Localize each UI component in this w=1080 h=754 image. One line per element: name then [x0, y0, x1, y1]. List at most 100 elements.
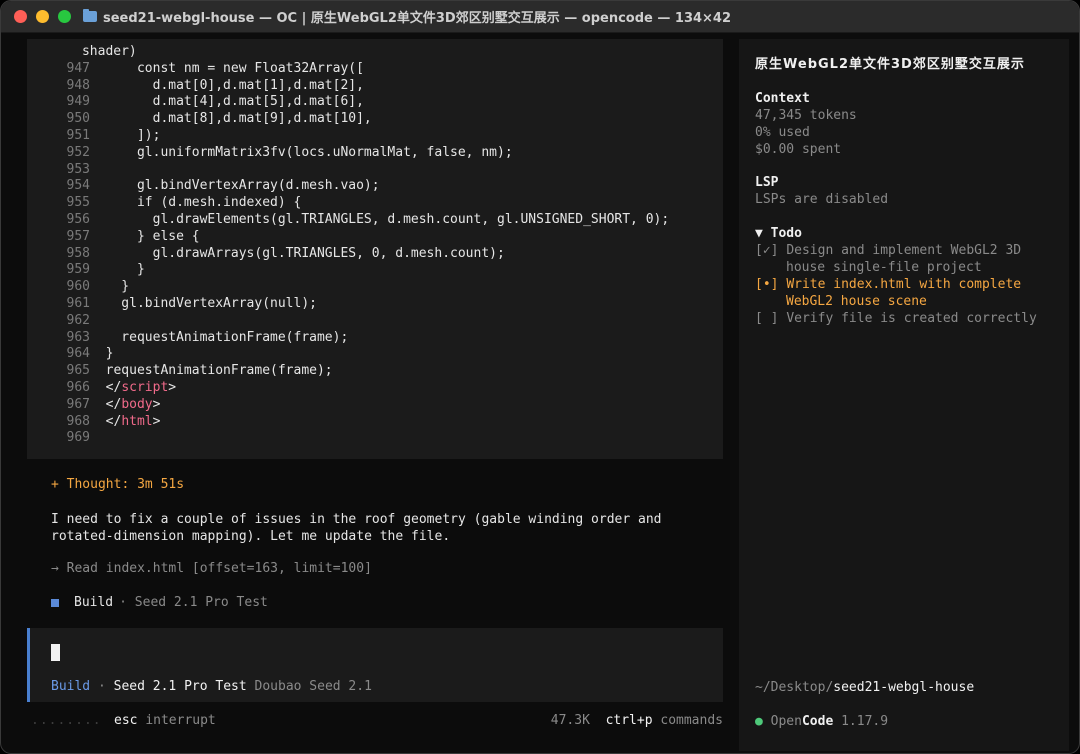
mode-label[interactable]: Build	[51, 679, 90, 694]
lsp-heading: LSP	[755, 175, 779, 190]
prompt-input[interactable]: Build · Seed 2.1 Pro Test Doubao Seed 2.…	[27, 628, 723, 702]
todo-item: [ ] Verify file is created correctly	[755, 310, 1037, 327]
code-line: 947 const nm = new Float32Array([	[27, 60, 364, 77]
folder-icon	[83, 9, 97, 22]
line-number: 950	[66, 111, 90, 127]
code-line: 959 }	[27, 261, 145, 278]
line-number: 966	[66, 380, 90, 395]
line-number: 956	[66, 212, 90, 227]
code-line: 949 d.mat[4],d.mat[5],d.mat[6],	[27, 93, 364, 110]
context-used: 0% used	[755, 125, 810, 140]
code-line: 961 gl.bindVertexArray(null);	[27, 295, 317, 312]
line-number: 949	[66, 94, 90, 110]
code-text: >	[152, 396, 161, 412]
shortcut-key[interactable]: ctrl+p	[606, 713, 653, 728]
build-label: Build	[74, 595, 114, 610]
version: 1.17.9	[841, 714, 889, 729]
interrupt-hint[interactable]: esc interrupt	[114, 713, 216, 728]
provider-name: Doubao Seed 2.1	[254, 679, 372, 694]
token-count: 47.3K	[550, 713, 590, 728]
code-text: >	[168, 380, 177, 395]
build-square-icon	[51, 598, 59, 607]
todo-item: [•] Write index.html with complete	[755, 276, 1021, 293]
code-text: d.mat[4],d.mat[5],d.mat[6],	[105, 94, 364, 110]
todo-checkbox: [ ]	[755, 311, 779, 326]
line-number: 958	[66, 245, 90, 261]
line-number: 947	[66, 60, 90, 76]
code-text: }	[105, 262, 145, 278]
app-name-open: Open	[770, 714, 802, 729]
code-line: 951 ]);	[27, 127, 161, 144]
esc-label: interrupt	[145, 713, 216, 728]
context-tokens: 47,345 tokens	[755, 108, 857, 123]
status-bar: ........ esc interrupt 47.3K ctrl+p comm…	[31, 713, 723, 731]
tool-call-read[interactable]: → Read index.html [offset=163, limit=100…	[51, 561, 372, 576]
code-text: gl.drawArrays(gl.TRIANGLES, 0, d.mesh.co…	[105, 245, 505, 261]
build-model: · Seed 2.1 Pro Test	[119, 595, 268, 610]
traffic-lights	[14, 10, 71, 23]
window-title-text: seed21-webgl-house — OC | 原生WebGL2单文件3D郊…	[103, 11, 732, 26]
code-line: 965 requestAnimationFrame(frame);	[27, 362, 333, 379]
todo-checkbox: [•]	[755, 277, 779, 292]
code-text: const nm = new Float32Array([	[105, 60, 364, 76]
code-tag: html	[121, 413, 153, 429]
todo-heading[interactable]: ▼ Todo	[755, 225, 802, 242]
code-line: 969	[27, 429, 106, 446]
close-button[interactable]	[14, 10, 27, 23]
todo-text-cont: WebGL2 house scene	[786, 294, 927, 309]
code-text: }	[105, 346, 114, 362]
code-text: } else {	[105, 228, 200, 244]
code-text: ]);	[105, 128, 161, 143]
assistant-message: I need to fix a couple of issues in the …	[51, 512, 662, 544]
project-path: ~/Desktop/seed21-webgl-house	[755, 679, 974, 696]
code-text: if (d.mesh.indexed) {	[105, 195, 302, 211]
model-name[interactable]: Seed 2.1 Pro Test	[114, 679, 247, 694]
code-text: shader)	[50, 44, 137, 59]
code-line: 964 }	[27, 345, 114, 362]
code-line: 960 }	[27, 278, 130, 295]
line-number: 961	[66, 296, 90, 311]
code-line: 950 d.mat[8],d.mat[9],d.mat[10],	[27, 110, 372, 127]
separator: ·	[97, 679, 106, 694]
progress-dots: ........	[31, 713, 102, 728]
input-footer: Build · Seed 2.1 Pro Test Doubao Seed 2.…	[51, 679, 372, 694]
session-title: 原生WebGL2单文件3D郊区别墅交互展示	[755, 57, 1025, 72]
line-number: 959	[66, 262, 90, 278]
line-number: 951	[66, 128, 90, 143]
code-line: shader)	[35, 43, 137, 60]
code-line: 966 </script>	[27, 379, 177, 396]
todo-text: Verify file is created correctly	[786, 311, 1037, 326]
code-text: d.mat[8],d.mat[9],d.mat[10],	[105, 111, 372, 127]
line-number: 967	[66, 396, 90, 412]
terminal-window: seed21-webgl-house — OC | 原生WebGL2单文件3D郊…	[0, 0, 1080, 754]
path-prefix: ~/Desktop/	[755, 680, 834, 695]
todo-text: Design and implement WebGL2 3D	[786, 243, 1022, 258]
code-line: 958 gl.drawArrays(gl.TRIANGLES, 0, d.mes…	[27, 245, 505, 262]
line-number: 963	[66, 329, 90, 345]
status-dot-icon: ●	[755, 714, 763, 729]
thought-duration[interactable]: + Thought: 3m 51s	[51, 477, 184, 492]
code-view: shader) 947 const nm = new Float32Array([…	[27, 39, 723, 459]
build-info: Build · Seed 2.1 Pro Test	[51, 595, 268, 610]
code-text: gl.bindVertexArray(null);	[105, 296, 317, 311]
todo-item: [✓] Design and implement WebGL2 3D	[755, 242, 1021, 259]
todo-text: Write index.html with complete	[786, 277, 1022, 292]
code-text: </	[105, 396, 122, 412]
code-tag: body	[121, 396, 153, 412]
line-number: 955	[66, 195, 90, 211]
app-version: ● OpenCode 1.17.9	[755, 713, 888, 730]
code-line: 955 if (d.mesh.indexed) {	[27, 194, 302, 211]
line-number: 953	[66, 161, 90, 177]
line-number: 964	[66, 346, 90, 362]
line-number: 969	[66, 430, 90, 446]
code-line: 948 d.mat[0],d.mat[1],d.mat[2],	[27, 77, 364, 94]
shortcut-label[interactable]: commands	[660, 713, 723, 728]
code-text: requestAnimationFrame(frame);	[105, 329, 349, 345]
code-line: 963 requestAnimationFrame(frame);	[27, 329, 349, 346]
code-line: 954 gl.bindVertexArray(d.mesh.vao);	[27, 177, 380, 194]
minimize-button[interactable]	[36, 10, 49, 23]
line-number: 957	[66, 228, 90, 244]
zoom-button[interactable]	[58, 10, 71, 23]
code-text: gl.drawElements(gl.TRIANGLES, d.mesh.cou…	[105, 212, 670, 227]
code-text: >	[152, 413, 161, 429]
